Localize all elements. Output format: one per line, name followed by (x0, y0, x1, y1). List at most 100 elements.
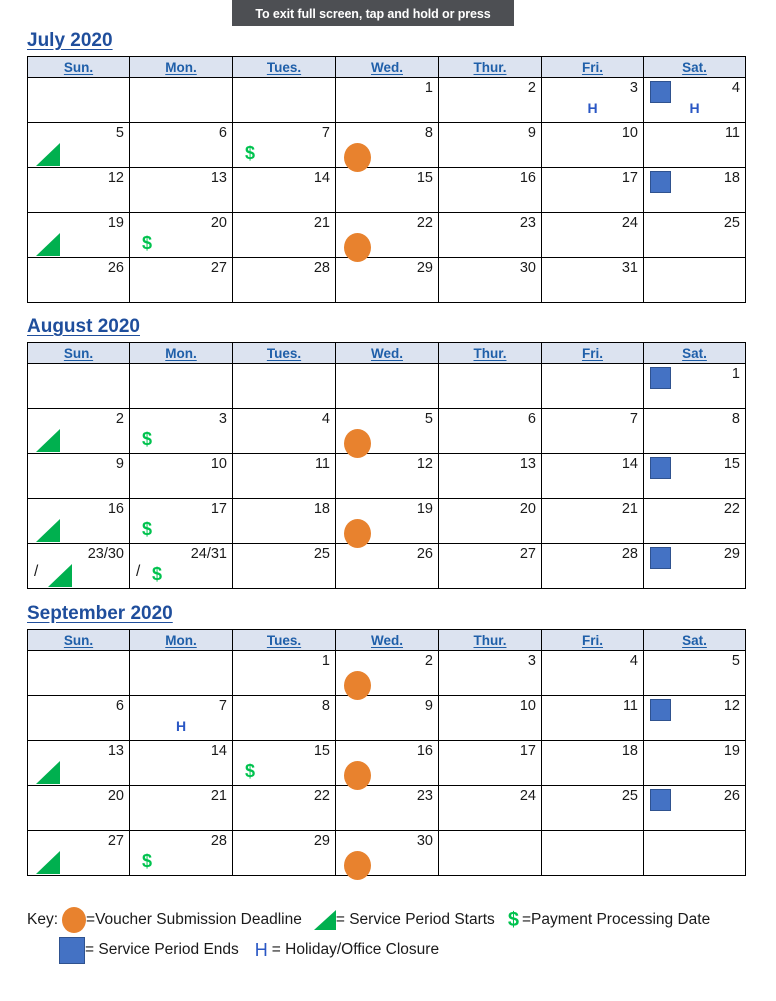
calendar-day-cell[interactable]: 6 (27, 695, 130, 741)
calendar-day-cell[interactable]: 15 (643, 453, 746, 499)
calendar-day-cell[interactable]: 17 (438, 740, 542, 786)
calendar-day-cell[interactable]: 8 (335, 122, 439, 172)
calendar-day-cell[interactable]: 16 (27, 498, 130, 544)
calendar-day-cell[interactable]: 27 (129, 257, 233, 303)
calendar-day-cell[interactable]: 30 (335, 830, 439, 880)
calendar-day-cell[interactable]: 7H (129, 695, 233, 741)
calendar-day-cell[interactable]: 11 (541, 695, 644, 741)
calendar-day-cell[interactable]: 17 (541, 167, 644, 213)
calendar-day-cell[interactable]: 12 (335, 453, 439, 499)
calendar-day-cell[interactable]: 22 (232, 785, 336, 831)
calendar-day-cell[interactable]: 4 (232, 408, 336, 454)
calendar-day-cell[interactable]: 15 (335, 167, 439, 213)
calendar-day-cell[interactable]: 4H (643, 77, 746, 123)
calendar-day-cell[interactable]: 16 (438, 167, 542, 213)
calendar-day-cell[interactable]: 24 (438, 785, 542, 831)
calendar-day-cell[interactable]: 22 (335, 212, 439, 262)
calendar-day-cell[interactable]: 29 (643, 543, 746, 589)
calendar-day-cell[interactable]: 22 (643, 498, 746, 544)
calendar-day-cell[interactable]: 11 (643, 122, 746, 168)
day-number: 29 (313, 833, 330, 849)
calendar-day-cell[interactable]: 1 (335, 77, 439, 123)
calendar-day-cell[interactable]: 24 (541, 212, 644, 258)
calendar-day-cell[interactable]: 18 (232, 498, 336, 544)
calendar-day-cell[interactable]: 14 (129, 740, 233, 786)
calendar-day-cell[interactable]: 18 (541, 740, 644, 786)
calendar-empty-cell (232, 363, 336, 409)
calendar-day-cell[interactable]: 20 $ (129, 212, 233, 258)
calendar-day-cell[interactable]: 17 $ (129, 498, 233, 544)
calendar-day-cell[interactable]: 19 (335, 498, 439, 548)
calendar-day-cell[interactable]: 12 (643, 695, 746, 741)
calendar-day-cell[interactable]: 14 (541, 453, 644, 499)
calendar-day-cell[interactable]: 25 (232, 543, 336, 589)
calendar-day-cell[interactable]: 13 (129, 167, 233, 213)
calendar-day-cell[interactable]: 28 (232, 257, 336, 303)
calendar-day-cell[interactable]: 9 (335, 695, 439, 741)
calendar-day-cell[interactable]: 23 (438, 212, 542, 258)
calendar-day-cell[interactable]: 9 (438, 122, 542, 168)
calendar-day-cell[interactable]: 28 (541, 543, 644, 589)
calendar-day-cell[interactable]: 25 (541, 785, 644, 831)
calendar-day-cell[interactable]: 27 (27, 830, 130, 876)
calendar-day-cell[interactable]: 15 $ (232, 740, 336, 786)
calendar-day-cell[interactable]: 10 (541, 122, 644, 168)
calendar-day-cell[interactable]: 14 (232, 167, 336, 213)
calendar-day-cell[interactable]: 27 (438, 543, 542, 589)
calendar-day-cell[interactable]: 6 (438, 408, 542, 454)
calendar-day-cell[interactable]: 19 (643, 740, 746, 786)
calendar-day-cell[interactable]: 29 (232, 830, 336, 876)
calendar-day-cell[interactable]: 28 $ (129, 830, 233, 876)
calendar-day-cell[interactable]: 29 (335, 257, 439, 303)
calendar-day-cell[interactable]: 18 (643, 167, 746, 213)
calendar-day-cell[interactable]: 16 (335, 740, 439, 790)
calendar-day-cell[interactable]: 21 (232, 212, 336, 258)
calendar-day-cell[interactable]: 23/30 / (27, 543, 130, 589)
calendar-day-cell[interactable]: 12 (27, 167, 130, 213)
calendar-day-cell[interactable]: 3H (541, 77, 644, 123)
calendar-day-cell[interactable]: 10 (438, 695, 542, 741)
calendar-day-cell[interactable]: 6 (129, 122, 233, 168)
calendar-day-cell[interactable]: 24/31 / $ (129, 543, 233, 589)
calendar-day-cell[interactable]: 5 (27, 122, 130, 168)
calendar-day-cell[interactable]: 2 (27, 408, 130, 454)
calendar-day-cell[interactable]: 20 (27, 785, 130, 831)
calendar-empty-cell (129, 77, 233, 123)
calendar-day-cell[interactable]: 5 (335, 408, 439, 458)
calendar-day-cell[interactable]: 2 (438, 77, 542, 123)
calendar-day-cell[interactable]: 21 (129, 785, 233, 831)
calendar-day-cell[interactable]: 7 $ (232, 122, 336, 168)
calendar-day-cell[interactable]: 2 (335, 650, 439, 700)
calendar-day-cell[interactable]: 9 (27, 453, 130, 499)
calendar-day-cell[interactable]: 3 (438, 650, 542, 696)
day-number: 15 (416, 170, 433, 186)
calendar-day-cell[interactable]: 4 (541, 650, 644, 696)
day-number: 25 (313, 546, 330, 562)
calendar-day-cell[interactable]: 30 (438, 257, 542, 303)
calendar-day-cell[interactable]: 7 (541, 408, 644, 454)
calendar-day-cell[interactable]: 26 (643, 785, 746, 831)
weekday-header-label: Tues. (266, 632, 302, 648)
calendar-day-cell[interactable]: 5 (643, 650, 746, 696)
calendar-day-cell[interactable]: 19 (27, 212, 130, 258)
calendar-day-cell[interactable]: 20 (438, 498, 542, 544)
calendar-day-cell[interactable]: 31 (541, 257, 644, 303)
calendar-day-cell[interactable]: 13 (27, 740, 130, 786)
calendar-day-cell[interactable]: 3 $ (129, 408, 233, 454)
calendar-day-cell[interactable]: 23 (335, 785, 439, 831)
calendar-day-cell[interactable]: 1 (643, 363, 746, 409)
calendar-day-cell[interactable]: 10 (129, 453, 233, 499)
calendar-day-cell[interactable]: 8 (643, 408, 746, 454)
day-number: 11 (314, 456, 330, 472)
weekday-header-label: Sat. (682, 345, 707, 361)
weekday-header-label: Sun. (63, 632, 94, 648)
calendar-day-cell[interactable]: 26 (27, 257, 130, 303)
day-number: 1 (424, 80, 433, 96)
calendar-day-cell[interactable]: 1 (232, 650, 336, 696)
calendar-day-cell[interactable]: 11 (232, 453, 336, 499)
calendar-day-cell[interactable]: 13 (438, 453, 542, 499)
calendar-day-cell[interactable]: 25 (643, 212, 746, 258)
calendar-day-cell[interactable]: 21 (541, 498, 644, 544)
calendar-day-cell[interactable]: 8 (232, 695, 336, 741)
calendar-day-cell[interactable]: 26 (335, 543, 439, 589)
